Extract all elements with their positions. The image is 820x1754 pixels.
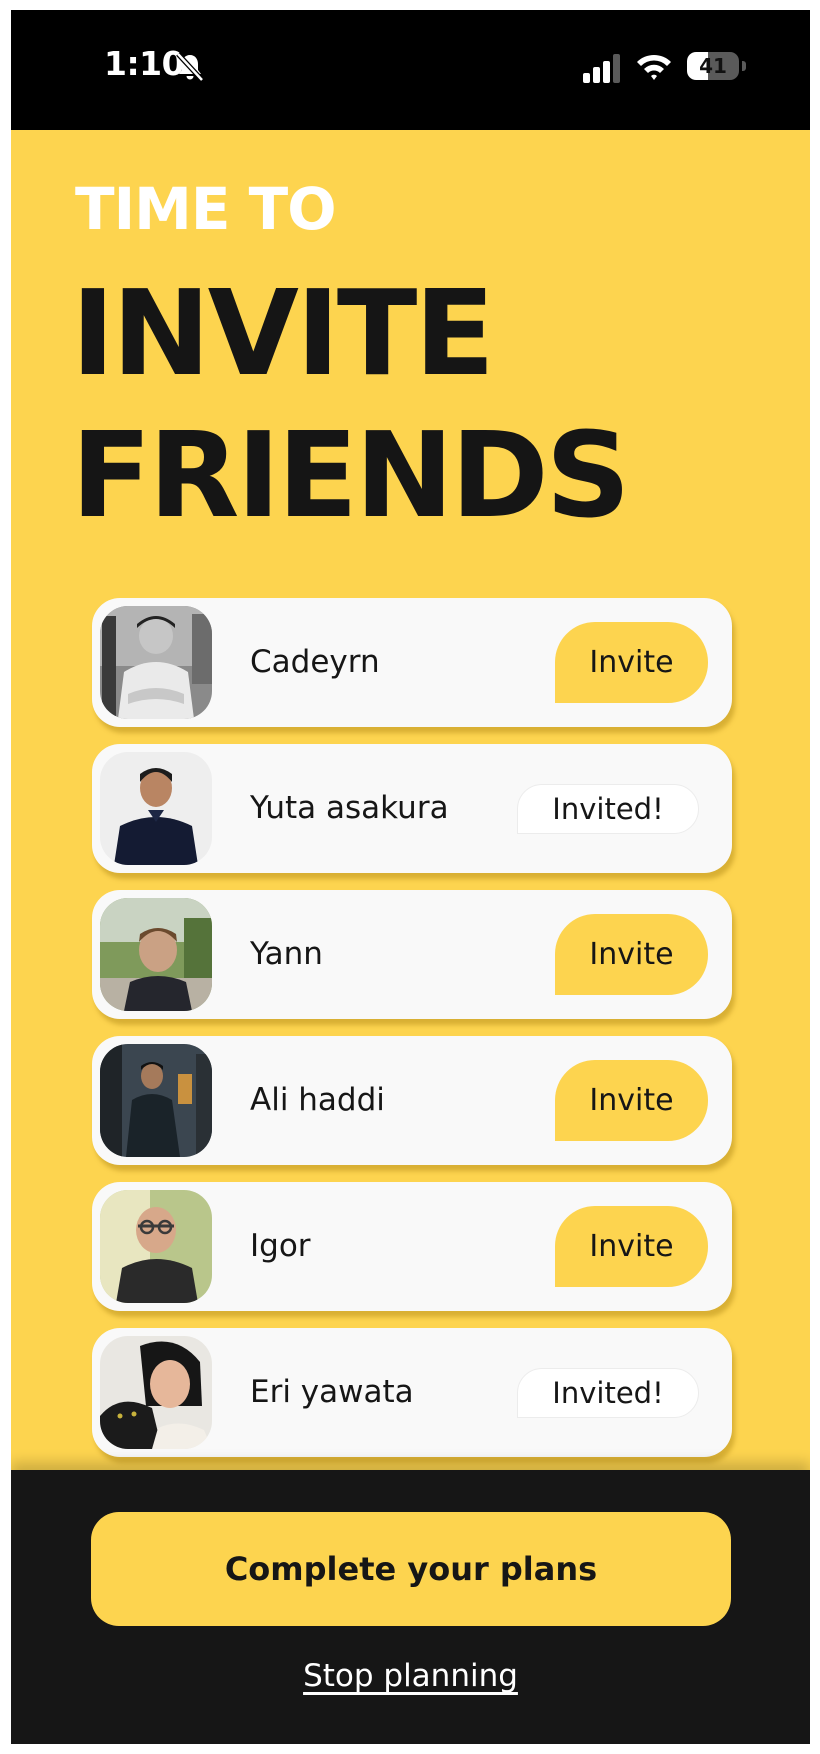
header-eyebrow: TIME TO: [75, 175, 337, 243]
friend-row: Eri yawata Invited!: [92, 1328, 732, 1457]
complete-plans-button[interactable]: Complete your plans: [91, 1512, 731, 1626]
friend-name: Cadeyrn: [250, 644, 380, 680]
friend-name: Eri yawata: [250, 1374, 414, 1410]
friend-row: Cadeyrn Invite: [92, 598, 732, 727]
page-title: INVITE FRIENDS: [71, 262, 631, 546]
battery-icon: 41: [687, 52, 739, 80]
invite-button[interactable]: Invite: [555, 914, 708, 995]
friend-row: Yann Invite: [92, 890, 732, 1019]
avatar: [100, 1336, 212, 1449]
stop-planning-link[interactable]: Stop planning: [11, 1658, 810, 1694]
wifi-icon: [635, 52, 673, 82]
invited-badge: Invited!: [517, 1368, 699, 1418]
status-bar: 1:10 41: [11, 10, 810, 130]
battery-tip: [742, 61, 746, 71]
friend-row: Igor Invite: [92, 1182, 732, 1311]
invite-button[interactable]: Invite: [555, 622, 708, 703]
status-time: 1:10: [104, 44, 185, 83]
avatar: [100, 1044, 212, 1157]
page-title-line-1: INVITE: [71, 264, 495, 402]
invited-badge: Invited!: [517, 784, 699, 834]
invite-button[interactable]: Invite: [555, 1206, 708, 1287]
app-screen: 1:10 41 TIME TO INVITE FRIENDS Cadeyrn I…: [11, 10, 810, 1744]
friend-row: Ali haddi Invite: [92, 1036, 732, 1165]
avatar: [100, 752, 212, 865]
avatar: [100, 1190, 212, 1303]
avatar: [100, 606, 212, 719]
avatar: [100, 898, 212, 1011]
friend-name: Yuta asakura: [250, 790, 449, 826]
friend-row: Yuta asakura Invited!: [92, 744, 732, 873]
cellular-signal-icon: [583, 54, 625, 84]
friend-name: Igor: [250, 1228, 311, 1264]
friend-name: Ali haddi: [250, 1082, 385, 1118]
friend-name: Yann: [250, 936, 323, 972]
bottom-action-bar: Complete your plans Stop planning: [11, 1470, 810, 1744]
page-title-line-2: FRIENDS: [71, 406, 631, 544]
bell-slash-icon: [175, 52, 205, 82]
invite-button[interactable]: Invite: [555, 1060, 708, 1141]
battery-percentage: 41: [699, 54, 727, 78]
